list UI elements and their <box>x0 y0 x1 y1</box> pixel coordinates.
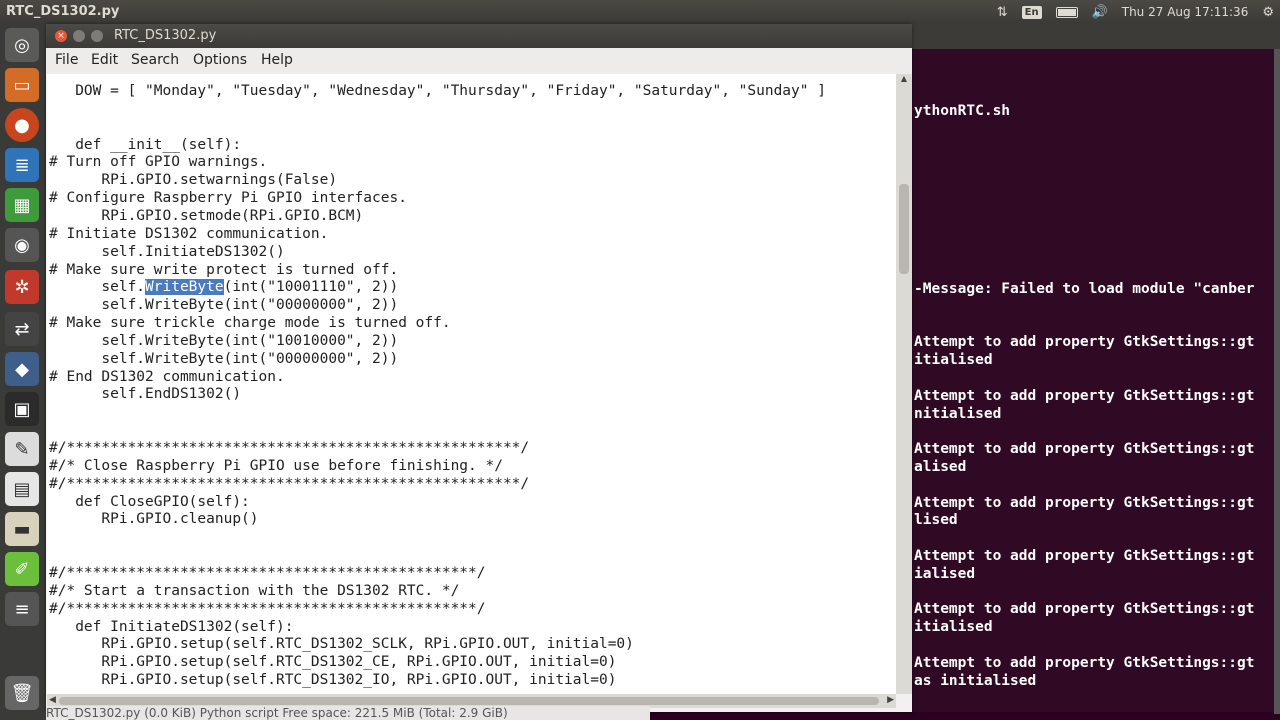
code-line[interactable]: # Make sure trickle charge mode is turne… <box>49 314 451 332</box>
code-line[interactable]: #/**************************************… <box>49 600 486 618</box>
scroll-up-arrow-icon[interactable]: ▲ <box>896 74 912 86</box>
window-title: RTC_DS1302.py <box>114 28 217 43</box>
terminal-line: ialised <box>914 565 976 582</box>
horizontal-scroll-thumb[interactable] <box>59 697 879 705</box>
launcher: ◎ ▭ ● ≣ ▦ ◉ ✲ ⇄ ◆ ▣ ✎ ▤ ▬ ✐ ≡ 🗑 <box>0 24 46 720</box>
code-line[interactable]: #/**************************************… <box>49 475 529 493</box>
terminal-line: as initialised <box>914 672 1037 689</box>
files-window-icon[interactable]: ▬ <box>5 512 39 546</box>
terminal-icon[interactable]: ▣ <box>5 392 39 426</box>
close-button[interactable]: × <box>55 30 67 42</box>
terminal-line: Attempt to add property GtkSettings::gt <box>914 387 1255 404</box>
code-line[interactable]: # Make sure write protect is turned off. <box>49 261 398 279</box>
text-editor-icon[interactable]: ✎ <box>5 432 39 466</box>
terminal-line: lised <box>914 512 958 529</box>
code-line[interactable]: #/* Start a transaction with the DS1302 … <box>49 582 459 600</box>
calculator-icon[interactable]: ▤ <box>5 472 39 506</box>
code-line[interactable]: # End DS1302 communication. <box>49 368 285 386</box>
code-line[interactable]: self.WriteByte(int("00000000", 2)) <box>49 296 398 314</box>
code-line[interactable]: RPi.GPIO.cleanup() <box>49 510 258 528</box>
calc-icon[interactable]: ▦ <box>5 188 39 222</box>
maximize-button[interactable] <box>91 30 103 42</box>
code-line[interactable]: self.EndDS1302() <box>49 385 241 403</box>
top-panel: RTC_DS1302.py ⇅ En 🔊 Thu 27 Aug 17:11:36… <box>0 0 1280 24</box>
vertical-scroll-thumb[interactable] <box>899 184 909 274</box>
battery-icon[interactable] <box>1055 6 1078 18</box>
code-line[interactable]: #/**************************************… <box>49 439 529 457</box>
terminal-line: itialised <box>914 352 993 369</box>
code-line[interactable]: RPi.GPIO.setup(self.RTC_DS1302_CE, RPi.G… <box>49 653 616 671</box>
camera-icon[interactable]: ◉ <box>5 228 39 262</box>
terminal-scrollbar[interactable] <box>1274 49 1280 714</box>
terminal-titlebar[interactable] <box>912 24 1280 49</box>
clock[interactable]: Thu 27 Aug 17:11:36 <box>1122 5 1249 19</box>
code-line[interactable]: # Turn off GPIO warnings. <box>49 153 267 171</box>
code-line[interactable]: self.WriteByte(int("10001110", 2)) <box>49 278 398 296</box>
keyboard-layout-indicator[interactable]: En <box>1021 5 1042 19</box>
menu-help[interactable]: Help <box>261 52 293 68</box>
code-line[interactable]: def __init__(self): <box>49 136 241 154</box>
menu-bar: File Edit Search Options Help <box>46 48 912 74</box>
system-tray: ⇅ En 🔊 Thu 27 Aug 17:11:36 ⚙ <box>997 0 1274 24</box>
network-icon[interactable]: ⇄ <box>5 312 39 346</box>
menu-file[interactable]: File <box>55 52 78 68</box>
vertical-scrollbar[interactable]: ▲ <box>896 74 912 694</box>
terminal-line: Attempt to add property GtkSettings::gt <box>914 654 1255 671</box>
terminal-line: ythonRTC.sh <box>914 103 1011 119</box>
settings-icon[interactable]: ✲ <box>5 270 39 304</box>
terminal-line: nitialised <box>914 405 1002 422</box>
code-line[interactable]: #/**************************************… <box>49 564 486 582</box>
network-transfer-icon[interactable]: ⇅ <box>997 5 1008 20</box>
writer-icon[interactable]: ≣ <box>5 148 39 182</box>
terminal-line: Attempt to add property GtkSettings::gt <box>914 494 1255 511</box>
code-line[interactable]: def InitiateDS1302(self): <box>49 618 293 636</box>
terminal-line: Attempt to add property GtkSettings::gt <box>914 548 1255 564</box>
code-line[interactable]: # Configure Raspberry Pi GPIO interfaces… <box>49 189 407 207</box>
menu-options[interactable]: Options <box>193 52 247 68</box>
active-window-title: RTC_DS1302.py <box>6 4 120 19</box>
code-line[interactable]: RPi.GPIO.setwarnings(False) <box>49 171 337 189</box>
code-line[interactable]: def CloseGPIO(self): <box>49 493 250 511</box>
dash-icon[interactable]: ◎ <box>5 28 39 62</box>
editor-window[interactable]: × RTC_DS1302.py File Edit Search Options… <box>46 24 912 712</box>
code-line[interactable]: RPi.GPIO.setup(self.RTC_DS1302_SCLK, RPi… <box>49 635 634 653</box>
terminal-line: Attempt to add property GtkSettings::gt <box>914 601 1255 618</box>
code-editor[interactable]: DOW = [ "Monday", "Tuesday", "Wednesday"… <box>47 74 896 694</box>
status-bar: RTC_DS1302.py (0.0 KiB) Python script Fr… <box>46 706 650 720</box>
code-line[interactable]: #/* Close Raspberry Pi GPIO use before f… <box>49 457 503 475</box>
scroll-left-arrow-icon[interactable]: ◀ <box>49 695 56 705</box>
disk-icon[interactable]: ≡ <box>5 592 39 626</box>
firefox-icon[interactable]: ● <box>5 108 39 142</box>
terminal-line: itialised <box>914 619 993 636</box>
code-line[interactable]: # Initiate DS1302 communication. <box>49 225 328 243</box>
gedit-icon[interactable]: ✐ <box>5 552 39 586</box>
code-line[interactable]: RPi.GPIO.setup(self.RTC_DS1302_IO, RPi.G… <box>49 671 616 689</box>
code-line[interactable]: RPi.GPIO.setmode(RPi.GPIO.BCM) <box>49 207 363 225</box>
code-line[interactable]: DOW = [ "Monday", "Tuesday", "Wednesday"… <box>49 82 826 100</box>
terminal-window[interactable]: ythonRTC.sh -Message: Failed to load modu… <box>912 24 1280 714</box>
code-line[interactable]: self.InitiateDS1302() <box>49 243 284 261</box>
globe-icon[interactable]: ◆ <box>5 352 39 386</box>
trash-icon[interactable]: 🗑 <box>5 676 39 710</box>
files-icon[interactable]: ▭ <box>5 68 39 102</box>
volume-icon[interactable]: 🔊 <box>1092 5 1108 20</box>
terminal-line: -Message: Failed to load module "canber <box>914 281 1255 297</box>
gear-icon[interactable]: ⚙ <box>1262 5 1274 20</box>
scroll-right-arrow-icon[interactable]: ▶ <box>887 695 894 705</box>
terminal-line: alised <box>914 459 967 475</box>
editor-titlebar[interactable]: × RTC_DS1302.py <box>46 24 912 48</box>
text-selection[interactable]: WriteByte <box>145 279 224 296</box>
code-line[interactable]: self.WriteByte(int("10010000", 2)) <box>49 332 398 350</box>
minimize-button[interactable] <box>73 30 85 42</box>
terminal-line: Attempt to add property GtkSettings::gt <box>914 334 1255 351</box>
code-line[interactable]: self.WriteByte(int("00000000", 2)) <box>49 350 398 368</box>
menu-edit[interactable]: Edit <box>91 52 118 68</box>
terminal-line: Attempt to add property GtkSettings::gt <box>914 441 1255 458</box>
menu-search[interactable]: Search <box>131 52 179 68</box>
